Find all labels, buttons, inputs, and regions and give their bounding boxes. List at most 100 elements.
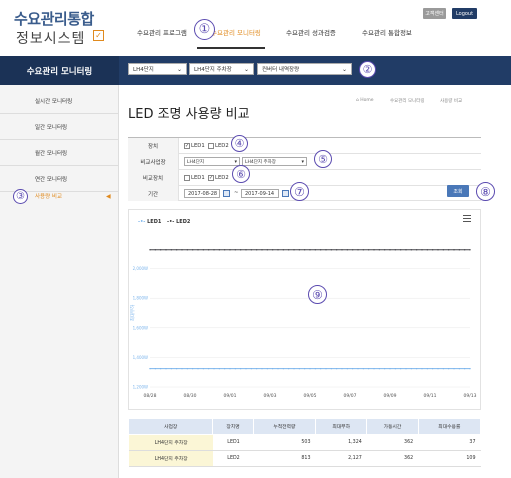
nav-active-underline [197,47,265,49]
data-point [234,249,237,251]
data-point [261,249,263,251]
data-point [469,367,471,370]
led2-checkbox[interactable] [208,143,214,149]
data-point [341,367,343,370]
nav-demand-program[interactable]: 수요관리 프로그램 [137,27,187,37]
data-point [229,367,231,370]
data-point [213,249,215,251]
table-row: LH4단지 주차장 LED1 503 1,324 362 37 [128,434,481,451]
data-point [250,249,253,251]
start-date-input[interactable]: 2017-08-28 [184,189,220,198]
cell-hours: 362 [366,450,419,467]
data-point [191,249,194,251]
device-group-select-value: 컨버터 내역장량 [262,67,300,73]
data-point [405,367,407,370]
data-point [410,249,413,251]
cmp-led1-checkbox[interactable] [184,175,190,181]
data-point [207,367,210,370]
x-tick-label: 09/01 [224,393,237,399]
compare-site-select[interactable]: LH4단지 주차장 ▾ [242,157,307,166]
data-point [357,249,359,251]
data-point [245,367,247,370]
sidebar-item-monthly[interactable]: 월간 모니터링 [0,140,119,166]
data-point [447,249,450,251]
data-point [234,367,237,370]
breadcrumb-current: 사용량 비교 [440,99,463,104]
calendar-icon[interactable] [223,190,230,197]
data-point [154,367,157,370]
cmp-led1-label: LED1 [191,175,205,181]
cmp-led2-checkbox[interactable]: ✓ [208,175,214,181]
end-date-input[interactable]: 2017-09-14 [241,189,279,198]
data-point [223,249,226,251]
chevron-down-icon: ▾ [234,159,237,165]
data-point [287,249,290,251]
data-point [325,367,327,370]
data-point [261,367,263,370]
data-point [325,249,327,251]
data-point [362,249,365,251]
calendar-icon[interactable] [282,190,289,197]
logo-line2: 정보시스템 [16,31,86,47]
x-tick-label: 09/11 [424,393,437,399]
site-label: 비교사업장 [128,154,179,170]
data-point [303,249,306,251]
data-point [309,367,311,370]
data-point [383,249,386,251]
data-point [149,249,151,251]
callout-8: ⑧ [476,182,495,201]
data-point [277,249,279,251]
nav-performance-verification[interactable]: 수요관리 성과검증 [286,27,336,37]
callout-4: ④ [231,135,248,152]
data-point [431,249,434,251]
data-point [239,249,242,251]
device-row [128,138,481,154]
data-point [293,249,295,251]
data-point [181,367,183,370]
data-point [394,249,397,251]
nav-integrated-info[interactable]: 수요관리 통합정보 [362,27,412,37]
led2-label: LED2 [215,143,229,149]
device-group-select[interactable]: 컨버터 내역장량 ⌄ [257,63,352,75]
data-point [463,249,466,251]
nav-demand-monitoring[interactable]: 수요관리 모니터링 [211,27,261,37]
data-point [287,367,290,370]
query-button[interactable]: 조회 [447,185,469,197]
data-point [319,249,322,251]
data-point [250,367,253,370]
x-tick-label: 09/05 [304,393,317,399]
data-point [298,249,301,251]
summary-table: 사업장 장치명 누적전력량 최대부하 가동시간 최대수용률 LH4단지 주차장 … [127,418,482,467]
customer-center-button[interactable]: 고객센터 [423,8,446,19]
data-point [175,249,178,251]
data-point [357,367,359,370]
data-point [159,249,162,251]
complex-select[interactable]: LH4단지 ⌄ [128,63,187,75]
data-point [218,367,221,370]
data-point [351,249,354,251]
callout-3: ③ [13,189,28,204]
data-point [378,367,381,370]
data-point [229,249,231,251]
data-point [373,367,375,370]
y-tick-label: 2,000W [133,266,148,271]
breadcrumb-home[interactable]: ⌂ Home [356,98,374,103]
led1-checkbox[interactable]: ✓ [184,143,190,149]
data-point [255,367,258,370]
compare-complex-select[interactable]: LH4단지 ▾ [184,157,240,166]
x-tick-label: 08/30 [184,393,197,399]
data-point [458,249,461,251]
data-point [442,249,445,251]
cell-rate: 109 [418,450,481,467]
site-select[interactable]: LH4단지 주차장 ⌄ [189,63,254,75]
data-point [346,249,349,251]
data-point [271,249,274,251]
callout-5: ⑤ [314,150,332,168]
data-point [469,249,471,251]
logout-button[interactable]: Logout [452,8,477,19]
sidebar-item-daily[interactable]: 일간 모니터링 [0,114,119,140]
data-point [389,367,391,370]
data-point [149,367,151,370]
breadcrumb-section[interactable]: 수요관리 모니터링 [390,98,425,104]
sidebar-item-realtime[interactable]: 실시간 모니터링 [0,88,119,114]
